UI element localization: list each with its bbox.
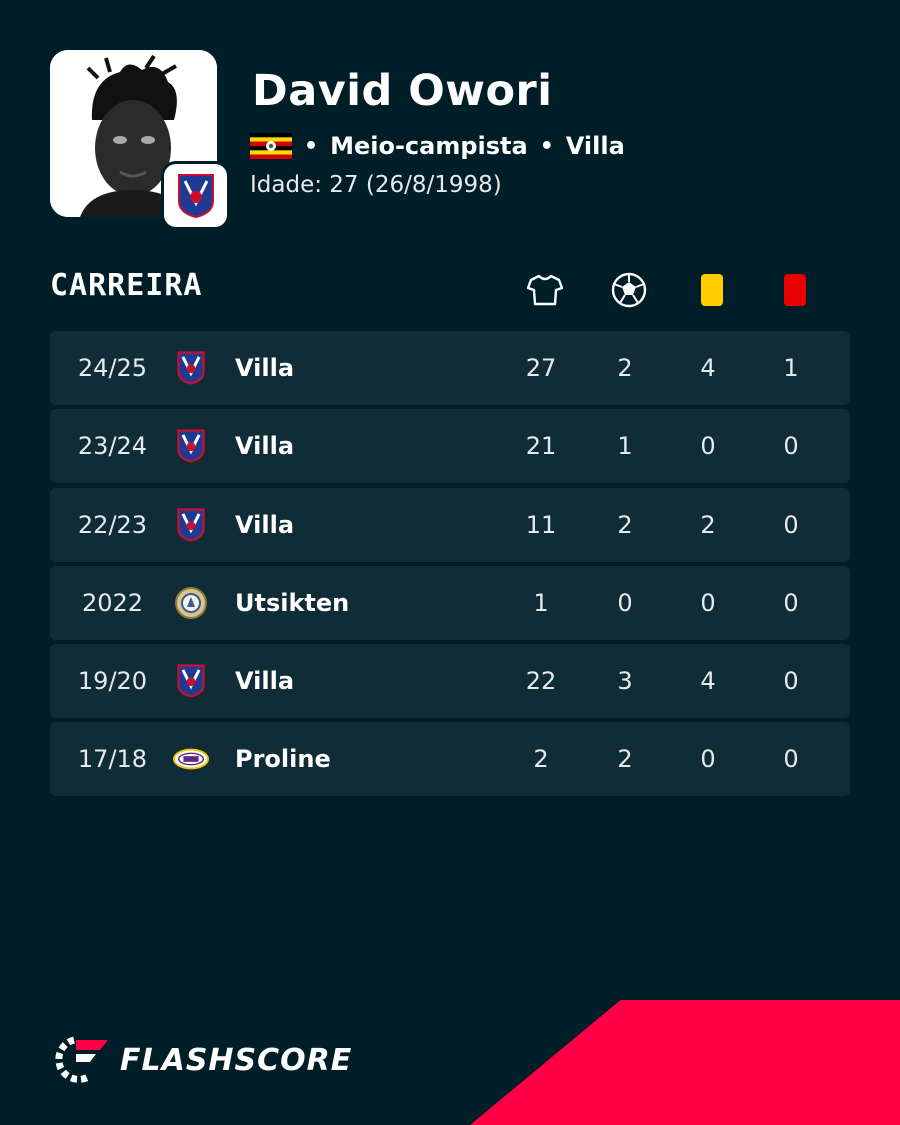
team-name[interactable]: Proline xyxy=(235,722,331,796)
table-row: 17/18 Proline 2 2 0 0 xyxy=(50,722,850,797)
player-meta: • Meio-campista • Villa xyxy=(250,130,625,162)
season: 19/20 xyxy=(77,667,148,696)
goals: 0 xyxy=(617,588,633,617)
appearances: 22 xyxy=(525,667,557,696)
yellow-cards: 4 xyxy=(700,667,716,696)
table-row: 19/20 Villa 22 3 4 0 xyxy=(50,644,850,719)
player-name: David Owori xyxy=(252,66,553,116)
appearances: 27 xyxy=(525,354,557,382)
red-cards: 0 xyxy=(783,745,799,774)
appearances: 11 xyxy=(525,510,557,539)
table-row: 22/23 Villa 11 2 2 0 xyxy=(50,487,850,562)
flashscore-brand: FLASHSCORE xyxy=(50,1036,352,1084)
villa-logo-icon xyxy=(173,331,209,405)
yellow-card-icon xyxy=(692,270,732,310)
table-row: 23/24 Villa 21 1 0 0 xyxy=(50,409,850,484)
villa-logo-icon xyxy=(173,644,209,718)
brand-name: FLASHSCORE xyxy=(120,1042,353,1078)
appearances: 2 xyxy=(533,745,549,774)
team-name[interactable]: Villa xyxy=(235,409,294,483)
shirt-icon xyxy=(525,270,565,310)
career-table: 24/25 Villa 27 2 4 1 23/24 Villa 21 1 0 … xyxy=(50,331,850,801)
proline-logo-icon xyxy=(173,722,209,796)
team-name[interactable]: Villa xyxy=(235,331,294,405)
player-header: David Owori • Meio-campista • Villa Idad… xyxy=(50,50,850,230)
ball-icon xyxy=(609,270,649,310)
goals: 2 xyxy=(617,354,633,382)
red-card-icon xyxy=(775,270,815,310)
goals: 2 xyxy=(617,745,633,774)
red-cards: 0 xyxy=(783,667,799,696)
player-position: Meio-campista xyxy=(330,132,528,160)
yellow-cards: 0 xyxy=(700,588,716,617)
season: 2022 xyxy=(81,588,144,617)
appearances: 21 xyxy=(525,432,557,461)
goals: 2 xyxy=(617,510,633,539)
table-row: 24/25 Villa 27 2 4 1 xyxy=(50,331,850,405)
team-name[interactable]: Utsikten xyxy=(235,566,349,640)
brand-accent-stripe xyxy=(470,1000,900,1125)
season: 22/23 xyxy=(77,510,148,539)
villa-logo-icon xyxy=(173,409,209,483)
player-club: Villa xyxy=(565,132,625,160)
yellow-cards: 2 xyxy=(700,510,716,539)
player-age: Idade: 27 (26/8/1998) xyxy=(250,172,502,198)
season: 23/24 xyxy=(77,432,148,461)
red-cards: 1 xyxy=(783,354,799,382)
yellow-cards: 0 xyxy=(700,432,716,461)
season: 24/25 xyxy=(77,354,148,382)
career-title: CARREIRA xyxy=(50,268,203,303)
yellow-cards: 0 xyxy=(700,745,716,774)
red-cards: 0 xyxy=(783,510,799,539)
yellow-cards: 4 xyxy=(700,354,716,382)
separator: • xyxy=(539,133,554,159)
flashscore-logo-icon xyxy=(55,1036,108,1083)
team-name[interactable]: Villa xyxy=(235,488,294,562)
goals: 1 xyxy=(617,432,633,461)
team-name[interactable]: Villa xyxy=(235,644,294,718)
appearances: 1 xyxy=(533,588,549,617)
season: 17/18 xyxy=(77,745,148,774)
uganda-flag-icon xyxy=(250,133,292,159)
table-row: 2022 Utsikten 1 0 0 0 xyxy=(50,565,850,640)
red-cards: 0 xyxy=(783,432,799,461)
utsikten-logo-icon xyxy=(173,566,209,640)
red-cards: 0 xyxy=(783,588,799,617)
villa-logo-icon xyxy=(173,488,209,562)
club-badge xyxy=(164,164,227,227)
separator: • xyxy=(304,133,319,159)
goals: 3 xyxy=(617,667,633,696)
